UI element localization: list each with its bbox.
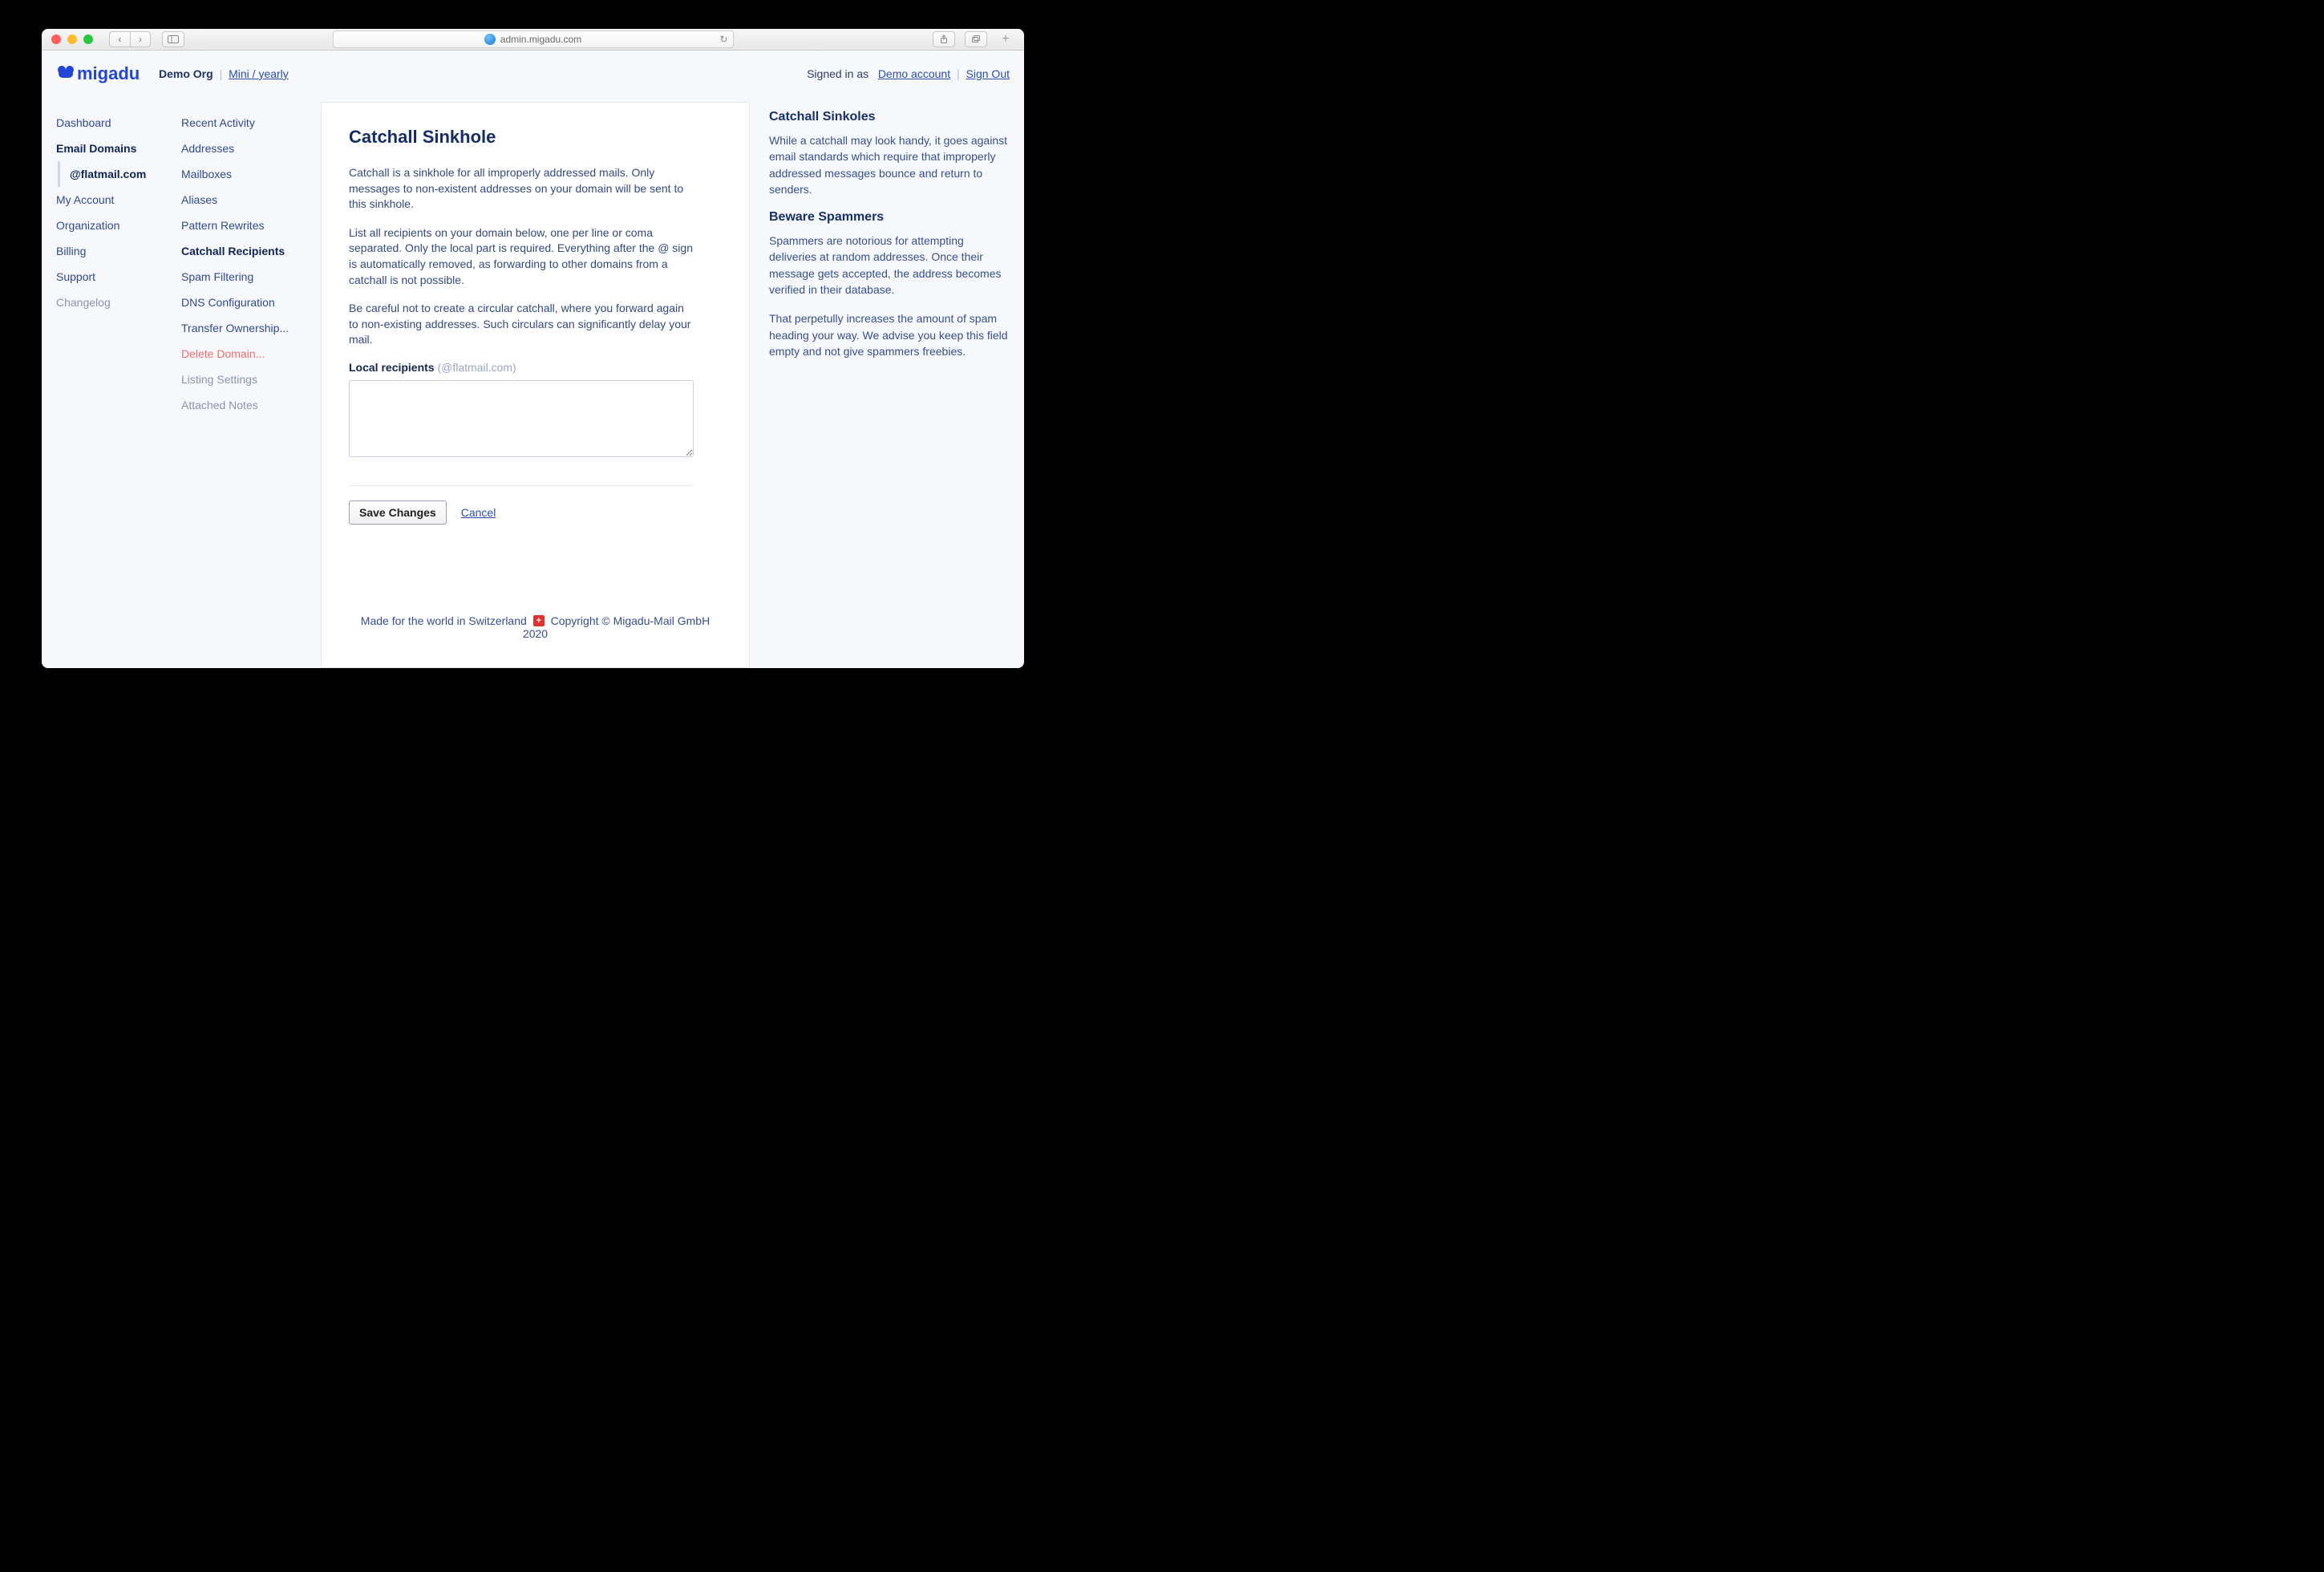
nav-changelog[interactable]: Changelog	[56, 290, 162, 315]
nav-listing-settings[interactable]: Listing Settings	[181, 367, 302, 392]
primary-sidebar: Dashboard Email Domains @flatmail.com My…	[56, 91, 162, 668]
form-divider	[349, 485, 694, 486]
aside-paragraph-2: Spammers are notorious for attempting de…	[769, 233, 1010, 298]
browser-nav-buttons: ‹ ›	[109, 31, 151, 47]
aside-paragraph-3: That perpetully increases the amount of …	[769, 310, 1010, 359]
footer-left: Made for the world in Switzerland	[361, 614, 527, 627]
nav-recent-activity[interactable]: Recent Activity	[181, 110, 302, 136]
intro-paragraph-2: List all recipients on your domain below…	[349, 225, 694, 288]
page-footer: Made for the world in Switzerland Copyri…	[349, 595, 722, 643]
traffic-lights	[51, 34, 93, 44]
share-button[interactable]	[933, 31, 955, 47]
swiss-flag-icon	[533, 615, 545, 626]
nav-aliases[interactable]: Aliases	[181, 187, 302, 213]
account-link[interactable]: Demo account	[878, 67, 950, 80]
footer-right: Copyright © Migadu-Mail GmbH 2020	[523, 614, 710, 640]
nav-spam-filtering[interactable]: Spam Filtering	[181, 264, 302, 290]
site-header: migadu Demo Org | Mini / yearly Signed i…	[42, 51, 1024, 91]
nav-dashboard[interactable]: Dashboard	[56, 110, 162, 136]
sign-out-link[interactable]: Sign Out	[966, 67, 1010, 80]
back-button[interactable]: ‹	[109, 31, 130, 47]
window-minimize-icon[interactable]	[67, 34, 77, 44]
nav-domain-flatmail[interactable]: @flatmail.com	[58, 161, 162, 187]
window-close-icon[interactable]	[51, 34, 61, 44]
svg-text:migadu: migadu	[77, 63, 140, 83]
cancel-link[interactable]: Cancel	[461, 506, 496, 519]
logo-icon: migadu	[56, 62, 146, 86]
signed-in-label: Signed in as	[807, 67, 868, 80]
nav-pattern-rewrites[interactable]: Pattern Rewrites	[181, 213, 302, 238]
org-and-plan: Demo Org | Mini / yearly	[159, 67, 289, 80]
nav-delete-domain[interactable]: Delete Domain...	[181, 341, 302, 367]
nav-transfer-ownership[interactable]: Transfer Ownership...	[181, 315, 302, 341]
local-recipients-textarea[interactable]	[349, 380, 694, 457]
nav-email-domains[interactable]: Email Domains	[56, 136, 162, 161]
nav-billing[interactable]: Billing	[56, 238, 162, 264]
plan-link[interactable]: Mini / yearly	[229, 67, 289, 80]
logo[interactable]: migadu	[56, 62, 146, 86]
nav-addresses[interactable]: Addresses	[181, 136, 302, 161]
reload-icon[interactable]: ↻	[719, 34, 727, 45]
sidebar-toggle-button[interactable]	[162, 31, 184, 47]
field-label-hint: (@flatmail.com)	[437, 361, 516, 374]
forward-button[interactable]: ›	[130, 31, 151, 47]
address-bar[interactable]: admin.migadu.com ↻	[333, 30, 734, 48]
page-title: Catchall Sinkhole	[349, 127, 722, 148]
nav-my-account[interactable]: My Account	[56, 187, 162, 213]
aside-heading-2: Beware Spammers	[769, 210, 1010, 225]
aside-paragraph-1: While a catchall may look handy, it goes…	[769, 132, 1010, 197]
local-recipients-field: Local recipients (@flatmail.com)	[349, 361, 722, 461]
save-button[interactable]: Save Changes	[349, 500, 447, 525]
org-name: Demo Org	[159, 67, 213, 80]
field-label-text: Local recipients	[349, 361, 435, 374]
header-auth: Signed in as Demo account | Sign Out	[807, 67, 1010, 80]
page-body: Dashboard Email Domains @flatmail.com My…	[42, 91, 1024, 668]
page-content: migadu Demo Org | Mini / yearly Signed i…	[42, 51, 1024, 668]
browser-titlebar: ‹ › admin.migadu.com ↻ +	[42, 29, 1024, 51]
help-aside: Catchall Sinkoles While a catchall may l…	[769, 91, 1010, 668]
nav-catchall-recipients[interactable]: Catchall Recipients	[181, 238, 302, 264]
aside-heading-1: Catchall Sinkoles	[769, 110, 1010, 124]
intro-paragraph-1: Catchall is a sinkhole for all improperl…	[349, 165, 694, 213]
nav-support[interactable]: Support	[56, 264, 162, 290]
site-identity-icon	[484, 34, 496, 45]
main-card: Catchall Sinkhole Catchall is a sinkhole…	[321, 102, 750, 668]
nav-attached-notes[interactable]: Attached Notes	[181, 392, 302, 418]
new-tab-button[interactable]: +	[997, 32, 1014, 47]
browser-right-buttons: +	[933, 31, 1014, 47]
main-column: Catchall Sinkhole Catchall is a sinkhole…	[321, 91, 750, 668]
window-zoom-icon[interactable]	[83, 34, 93, 44]
nav-organization[interactable]: Organization	[56, 213, 162, 238]
domain-sidebar: Recent Activity Addresses Mailboxes Alia…	[181, 91, 302, 668]
nav-mailboxes[interactable]: Mailboxes	[181, 161, 302, 187]
address-bar-text: admin.migadu.com	[500, 34, 581, 45]
browser-window: ‹ › admin.migadu.com ↻ +	[42, 29, 1024, 668]
intro-paragraph-3: Be careful not to create a circular catc…	[349, 301, 694, 348]
tabs-button[interactable]	[965, 31, 987, 47]
nav-dns-configuration[interactable]: DNS Configuration	[181, 290, 302, 315]
form-actions: Save Changes Cancel	[349, 500, 722, 525]
